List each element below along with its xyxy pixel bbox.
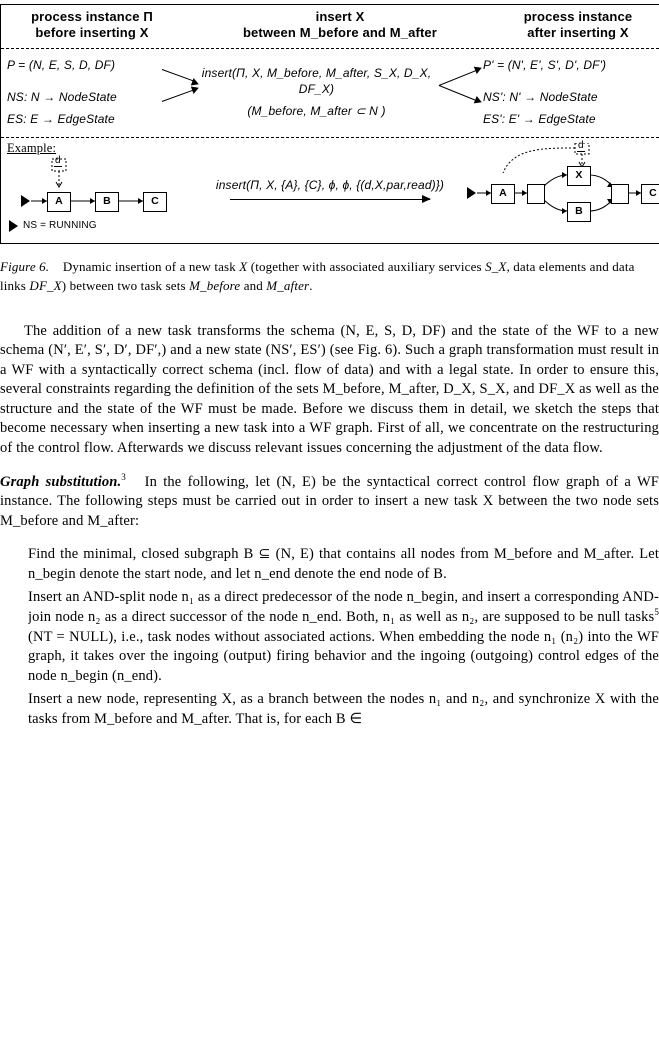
header-left-line1: process instance Π [31,9,153,24]
def-center-col: insert(Π, X, M_before, M_after, S_X, D_X… [198,57,435,128]
p-def: P = (N, E, S, D, DF) [7,57,162,73]
step-2a: Insert an AND-split node n₁ as a direct … [28,589,659,625]
long-arrow-icon [230,199,430,201]
header-right-line1: process instance [524,9,633,24]
caption-dfx: DF_X [29,278,61,293]
diagram-definitions-row: P = (N, E, S, D, DF) NS: N → NodeState E… [1,49,659,139]
footnote-3: 3 [121,473,126,482]
node-b: B [95,192,119,212]
example-label: Example: [7,140,197,157]
node-b-after: B [567,202,591,222]
graph-substitution-heading: Graph substitution. [0,474,121,490]
header-left-line2: before inserting X [35,25,148,40]
body-paragraph-1: The addition of a new task transforms th… [0,322,659,459]
caption-text-b: (together with associated auxiliary serv… [247,259,485,274]
example-left: Example: d A [7,142,197,235]
example-right: d A X B C [463,143,653,235]
diagram-header-row: process instance Π before inserting X in… [1,5,659,49]
footnote-5: 5 [654,607,659,617]
steps-list: Find the minimal, closed subgraph B ⊆ (N… [0,545,659,729]
example-insert-call: insert(Π, X, {A}, {C}, ϕ, ϕ, {(d,X,par,r… [201,177,459,193]
dvar-before: d [54,155,62,167]
caption-text-a: Dynamic insertion of a new task [63,259,239,274]
branch-arrows-right [435,57,483,113]
branch-arrows-left [162,57,198,113]
split-node [527,184,545,204]
join-node [611,184,629,204]
def-right-col: P' = (N', E', S', D', DF') NS': N' → Nod… [483,57,653,128]
node-c-after: C [641,184,659,204]
ns-map: NS: N → NodeState [7,89,162,105]
header-right: process instance after inserting X [503,9,653,42]
step-2: Insert an AND-split node n₁ as a direct … [28,588,659,686]
diagram-panel: process instance Π before inserting X in… [0,4,659,244]
def-left-col: P = (N, E, S, D, DF) NS: N → NodeState E… [7,57,162,128]
body-paragraph-2: Graph substitution.3 In the following, l… [0,473,659,532]
diagram-example-row: Example: d A [1,138,659,243]
caption-period: . [309,278,312,293]
es-map: ES: E → EdgeState [7,111,162,127]
caption-maft: M_after [266,278,309,293]
header-left: process instance Π before inserting X [7,9,177,42]
caption-text-d: ) between two task sets [62,278,189,293]
start-marker [21,195,30,207]
caption-fignum: Figure 6. [0,259,49,274]
node-a-after: A [491,184,515,204]
node-a: A [47,192,71,212]
mini-graph-before: d A B C NS = RUNNING [7,157,197,235]
header-right-line2: after inserting X [527,25,628,40]
caption-mbef: M_before [189,278,240,293]
pprime-def: P' = (N', E', S', D', DF') [483,57,653,73]
step-2b: (NT = NULL), i.e., task nodes without as… [28,629,659,684]
running-marker-label: NS = RUNNING [23,220,97,231]
header-mid-line2: between M_before and M_after [243,25,437,40]
header-mid: insert X between M_before and M_after [177,9,503,42]
node-c: C [143,192,167,212]
dvar-after: d [577,140,585,152]
esprime-map: ES': E' → EdgeState [483,111,653,127]
subset-note: (M_before, M_after ⊂ N ) [247,103,385,119]
insert-call: insert(Π, X, M_before, M_after, S_X, D_X… [198,65,435,97]
caption-text-c: , data elements [506,259,589,274]
example-center: insert(Π, X, {A}, {C}, ϕ, ϕ, {(d,X,par,r… [201,177,459,201]
start-marker-after [467,187,476,199]
figure-caption: Figure 6. Dynamic insertion of a new tas… [0,258,659,296]
mini-graph-after: d A X B C [463,143,653,235]
caption-sx: S_X [485,259,506,274]
page-root: process instance Π before inserting X in… [0,0,659,733]
step-1: Find the minimal, closed subgraph B ⊆ (N… [28,545,659,584]
caption-and: and [240,278,266,293]
header-mid-line1: insert X [316,9,365,24]
step-3: Insert a new node, representing X, as a … [28,690,659,729]
nsprime-map: NS': N' → NodeState [483,89,653,105]
running-marker-icon [9,220,18,232]
node-x-after: X [567,166,591,186]
